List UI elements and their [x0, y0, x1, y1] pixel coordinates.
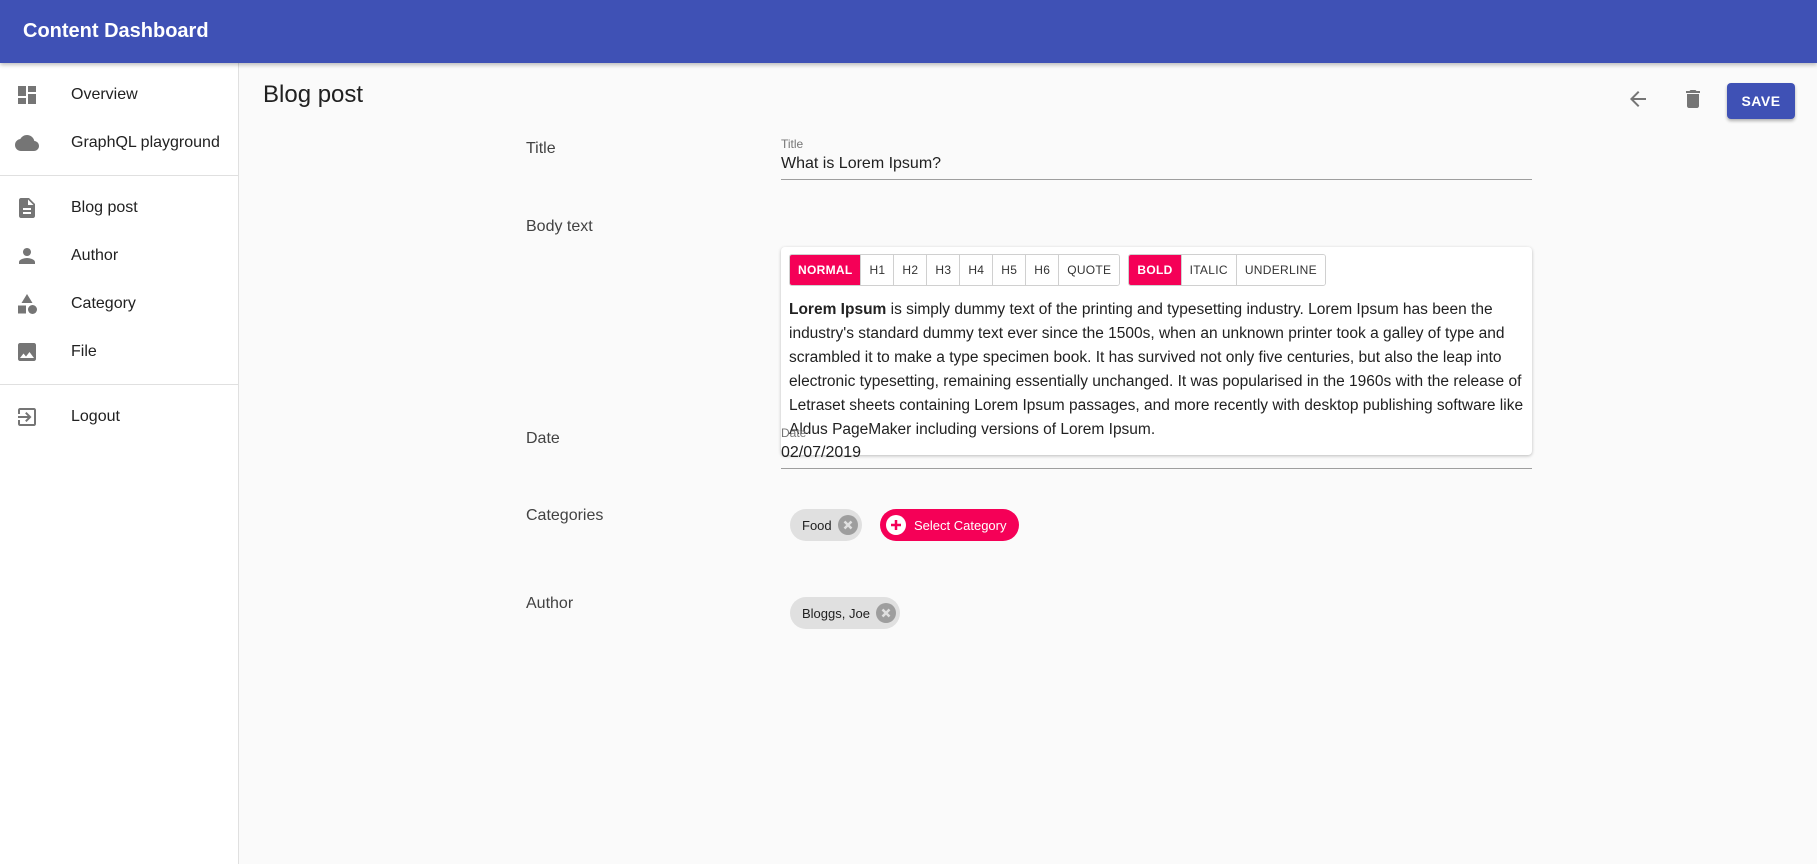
chip-delete-icon[interactable]: [837, 515, 858, 535]
chip-delete-icon[interactable]: [875, 603, 896, 623]
page-title: Blog post: [263, 81, 364, 108]
sidebar-item-label: Category: [71, 295, 136, 312]
sidebar-item-overview[interactable]: Overview: [0, 71, 238, 119]
title-input[interactable]: [781, 155, 1532, 180]
trash-icon: [1681, 87, 1705, 116]
inline-style-group: BOLD ITALIC UNDERLINE: [1128, 254, 1326, 286]
sidebar-group-content: Blog post Author Category File: [0, 176, 238, 384]
style-h5-button[interactable]: H5: [993, 255, 1027, 285]
editor-text: is simply dummy text of the printing and…: [789, 301, 1524, 438]
underline-button[interactable]: UNDERLINE: [1236, 255, 1325, 285]
style-h1-button[interactable]: H1: [861, 255, 895, 285]
select-category-button[interactable]: Select Category: [880, 509, 1019, 541]
author-label: Author: [526, 595, 574, 612]
sidebar-item-label: Blog post: [71, 199, 138, 216]
add-circle-icon: [886, 515, 906, 535]
sidebar-item-author[interactable]: Author: [0, 232, 238, 280]
sidebar-item-label: GraphQL playground: [71, 134, 220, 151]
italic-button[interactable]: ITALIC: [1181, 255, 1237, 285]
sidebar-item-graphql-playground[interactable]: GraphQL playground: [0, 119, 238, 167]
editor-toolbar: NORMAL H1 H2 H3 H4 H5 H6 QUOTE BOLD ITAL…: [789, 254, 1524, 286]
back-button[interactable]: [1614, 77, 1662, 125]
header-actions: SAVE: [1614, 77, 1795, 125]
sidebar-item-blog-post[interactable]: Blog post: [0, 184, 238, 232]
style-h4-button[interactable]: H4: [960, 255, 994, 285]
app-bar: Content Dashboard: [0, 0, 1817, 63]
sidebar: Overview GraphQL playground Blog post Au…: [0, 63, 239, 864]
save-button[interactable]: SAVE: [1727, 83, 1795, 119]
main-content: Blog post SAVE Title Title Body text NOR…: [240, 63, 1817, 864]
select-category-label: Select Category: [914, 517, 1007, 533]
categories-label: Categories: [526, 507, 604, 524]
style-h3-button[interactable]: H3: [927, 255, 961, 285]
delete-button[interactable]: [1669, 77, 1717, 125]
sidebar-item-file[interactable]: File: [0, 328, 238, 376]
cloud-icon: [15, 131, 39, 155]
dashboard-icon: [15, 83, 39, 107]
date-field-label: Date: [781, 426, 807, 440]
editor-content[interactable]: Lorem Ipsum is simply dummy text of the …: [789, 298, 1524, 442]
date-field: Date: [781, 426, 1532, 469]
block-style-group: NORMAL H1 H2 H3 H4 H5 H6 QUOTE: [789, 254, 1121, 286]
app-title: Content Dashboard: [23, 20, 209, 42]
sidebar-item-logout[interactable]: Logout: [0, 393, 238, 441]
sidebar-group-account: Logout: [0, 385, 238, 449]
sidebar-item-label: Author: [71, 247, 119, 264]
sidebar-item-label: Logout: [71, 408, 120, 425]
document-icon: [15, 196, 39, 220]
sidebar-item-label: File: [71, 343, 97, 360]
title-field: Title: [781, 137, 1532, 180]
category-chip: Food: [790, 509, 862, 541]
sidebar-group-main: Overview GraphQL playground: [0, 63, 238, 175]
category-icon: [15, 292, 39, 316]
date-input[interactable]: [781, 444, 1532, 469]
bold-button[interactable]: BOLD: [1129, 255, 1182, 285]
author-chip: Bloggs, Joe: [790, 597, 900, 629]
person-icon: [15, 244, 39, 268]
editor-bold-text: Lorem Ipsum: [789, 301, 887, 318]
image-icon: [15, 340, 39, 364]
title-label: Title: [526, 140, 556, 157]
style-normal-button[interactable]: NORMAL: [790, 255, 862, 285]
sidebar-item-label: Overview: [71, 86, 138, 103]
rich-text-editor: NORMAL H1 H2 H3 H4 H5 H6 QUOTE BOLD ITAL…: [781, 247, 1532, 455]
logout-icon: [15, 405, 39, 429]
style-h2-button[interactable]: H2: [894, 255, 928, 285]
style-quote-button[interactable]: QUOTE: [1059, 255, 1120, 285]
arrow-back-icon: [1626, 87, 1650, 116]
chip-label: Bloggs, Joe: [802, 605, 870, 621]
chip-label: Food: [802, 517, 832, 533]
body-text-label: Body text: [526, 218, 593, 235]
date-label: Date: [526, 430, 560, 447]
style-h6-button[interactable]: H6: [1026, 255, 1060, 285]
title-field-label: Title: [781, 137, 804, 151]
sidebar-item-category[interactable]: Category: [0, 280, 238, 328]
